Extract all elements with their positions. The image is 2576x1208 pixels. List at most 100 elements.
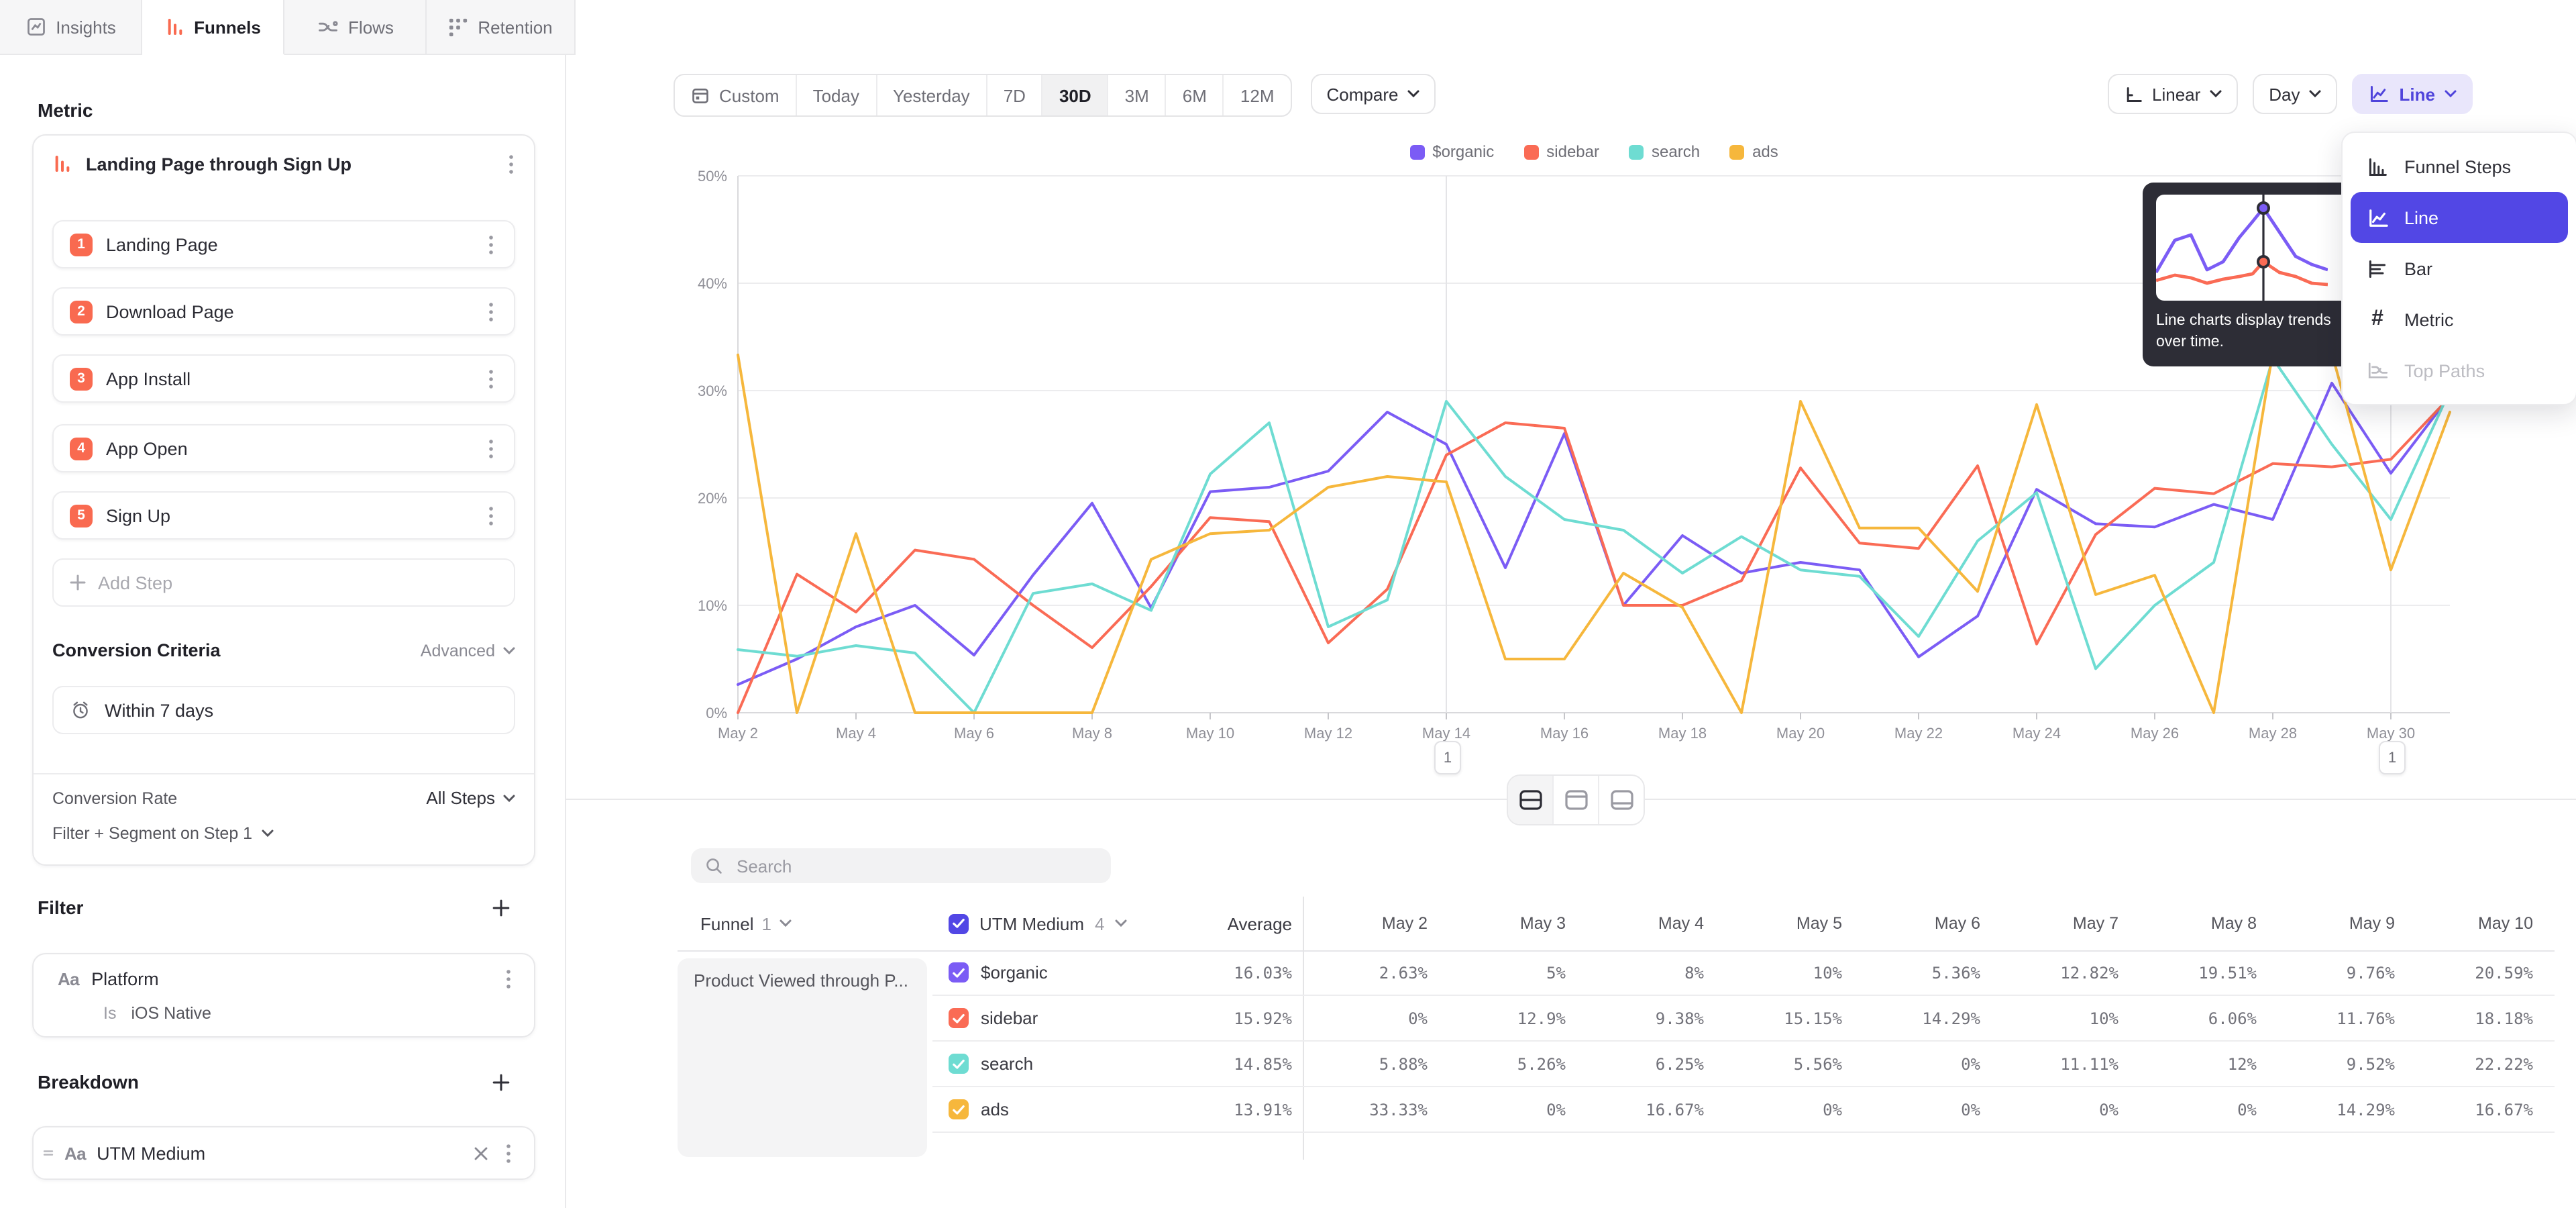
conversion-rate-dropdown[interactable]: All Steps — [426, 788, 515, 808]
date-range-yesterday[interactable]: Yesterday — [877, 75, 987, 115]
legend-item-sidebar[interactable]: sidebar — [1523, 142, 1599, 161]
metric-card: Landing Page through Sign Up 1 Landing P… — [32, 134, 535, 866]
tab-flows-label: Flows — [348, 17, 394, 37]
annotation-marker-may30[interactable]: 1 — [2379, 741, 2406, 774]
tab-insights[interactable]: Insights — [0, 0, 142, 55]
top-paths-icon — [2365, 361, 2390, 380]
funnel-column-dropdown[interactable]: Funnel 1 — [678, 913, 932, 934]
table-row[interactable]: sidebar 15.92% 0% 12.9% 9.38% 15.15% 14.… — [932, 996, 2555, 1042]
tab-funnels[interactable]: Funnels — [142, 0, 284, 55]
advanced-dropdown[interactable]: Advanced — [421, 641, 515, 660]
conversion-criteria-heading: Conversion Criteria — [52, 640, 421, 660]
layout-chart-only-button[interactable] — [1554, 776, 1599, 824]
search-icon — [704, 856, 723, 875]
plus-icon — [70, 574, 86, 591]
menu-item-bar[interactable]: Bar — [2351, 243, 2568, 294]
table-row[interactable]: ads 13.91% 33.33% 0% 16.67% 0% 0% 0% 0% … — [932, 1087, 2555, 1133]
date-column-header: May 4 — [1579, 914, 1717, 933]
step-kebab-icon[interactable] — [482, 505, 500, 525]
filter-segment-dropdown[interactable]: Filter + Segment on Step 1 — [52, 824, 274, 843]
compare-button[interactable]: Compare — [1311, 74, 1436, 114]
legend-item-search[interactable]: search — [1629, 142, 1700, 161]
chart-type-dropdown[interactable]: Line — [2353, 74, 2473, 114]
series-checkbox[interactable] — [949, 962, 969, 983]
menu-item-funnel-steps[interactable]: Funnel Steps — [2351, 141, 2568, 192]
svg-text:10%: 10% — [698, 597, 727, 614]
menu-item-top-paths[interactable]: Top Paths — [2351, 345, 2568, 396]
date-range-7d[interactable]: 7D — [987, 75, 1043, 115]
menu-item-line[interactable]: Line — [2351, 192, 2568, 243]
filter-kebab-icon[interactable] — [499, 969, 518, 989]
granularity-dropdown[interactable]: Day — [2253, 74, 2337, 114]
average-value: 14.85% — [1134, 1054, 1303, 1073]
svg-text:40%: 40% — [698, 275, 727, 292]
tab-flows[interactable]: Flows — [284, 0, 427, 55]
metric-kebab-icon[interactable] — [502, 154, 521, 174]
table-row[interactable]: $organic 16.03% 2.63% 5% 8% 10% 5.36% 12… — [932, 950, 2555, 996]
series-checkbox[interactable] — [949, 1054, 969, 1074]
table-header: Funnel 1 UTM Medium 4 Average May 2 May … — [678, 897, 2555, 950]
svg-text:May 10: May 10 — [1186, 725, 1234, 742]
add-step-label: Add Step — [98, 572, 172, 593]
breakdown-section-heading: Breakdown — [38, 1071, 492, 1093]
step-label: Sign Up — [106, 505, 468, 525]
legend-item-organic[interactable]: $organic — [1409, 142, 1494, 161]
series-checkbox[interactable] — [949, 1099, 969, 1119]
funnel-step-3[interactable]: 3 App Install — [52, 354, 515, 403]
date-column-header: May 5 — [1717, 914, 1856, 933]
funnel-step-5[interactable]: 5 Sign Up — [52, 491, 515, 540]
add-breakdown-button[interactable] — [492, 1073, 510, 1091]
average-column-header: Average — [1134, 913, 1303, 934]
breakdown-kebab-icon[interactable] — [499, 1143, 518, 1163]
legend-item-ads[interactable]: ads — [1729, 142, 1778, 161]
remove-breakdown-icon[interactable] — [474, 1146, 488, 1160]
conversion-window[interactable]: Within 7 days — [52, 686, 515, 734]
annotation-marker-may14[interactable]: 1 — [1434, 741, 1461, 774]
scale-dropdown[interactable]: Linear — [2108, 74, 2238, 114]
step-kebab-icon[interactable] — [482, 301, 500, 321]
svg-text:May 26: May 26 — [2131, 725, 2179, 742]
insights-icon — [25, 16, 46, 38]
date-range-today[interactable]: Today — [797, 75, 877, 115]
breakdown-column-dropdown[interactable]: UTM Medium 4 — [932, 913, 1134, 934]
series-name: $organic — [981, 962, 1048, 983]
step-number-badge: 1 — [70, 233, 93, 256]
step-number-badge: 4 — [70, 437, 93, 460]
layout-split-view-button[interactable] — [1508, 776, 1554, 824]
funnel-step-2[interactable]: 2 Download Page — [52, 287, 515, 336]
date-range-3m[interactable]: 3M — [1109, 75, 1167, 115]
add-filter-button[interactable] — [492, 899, 510, 916]
search-input[interactable] — [734, 854, 1097, 877]
step-kebab-icon[interactable] — [482, 368, 500, 389]
step-kebab-icon[interactable] — [482, 438, 500, 458]
series-checkbox[interactable] — [949, 1008, 969, 1028]
svg-text:May 24: May 24 — [2012, 725, 2061, 742]
svg-text:May 4: May 4 — [836, 725, 876, 742]
funnel-step-1[interactable]: 1 Landing Page — [52, 220, 515, 268]
table-search[interactable] — [691, 848, 1111, 883]
date-range-12m[interactable]: 12M — [1224, 75, 1291, 115]
add-step-button[interactable]: Add Step — [52, 558, 515, 607]
tab-insights-label: Insights — [56, 17, 116, 37]
step-kebab-icon[interactable] — [482, 234, 500, 254]
date-range-6m[interactable]: 6M — [1167, 75, 1224, 115]
query-builder-sidebar: Metric Landing Page through Sign Up 1 La… — [0, 54, 566, 1208]
date-column-header: May 9 — [2270, 914, 2408, 933]
date-range-30d[interactable]: 30D — [1043, 75, 1109, 115]
funnel-name-cell[interactable]: Product Viewed through P... — [678, 958, 927, 1157]
tab-retention[interactable]: Retention — [427, 0, 576, 55]
breakdown-checkbox[interactable] — [949, 913, 969, 934]
table-body: $organic 16.03% 2.63% 5% 8% 10% 5.36% 12… — [932, 950, 2555, 1133]
svg-text:May 12: May 12 — [1304, 725, 1352, 742]
breakdown-card[interactable]: Aa UTM Medium — [32, 1126, 535, 1180]
filter-card[interactable]: Aa Platform Is iOS Native — [32, 953, 535, 1038]
funnel-step-4[interactable]: 4 App Open — [52, 424, 515, 472]
layout-table-only-button[interactable] — [1599, 776, 1644, 824]
drag-handle-icon[interactable] — [43, 1148, 54, 1158]
filter-value[interactable]: iOS Native — [131, 1004, 211, 1023]
step-number-badge: 3 — [70, 367, 93, 390]
menu-item-metric[interactable]: # Metric — [2351, 294, 2568, 345]
step-number-badge: 2 — [70, 300, 93, 323]
table-row[interactable]: search 14.85% 5.88% 5.26% 6.25% 5.56% 0%… — [932, 1042, 2555, 1087]
date-range-custom[interactable]: Custom — [675, 75, 797, 115]
